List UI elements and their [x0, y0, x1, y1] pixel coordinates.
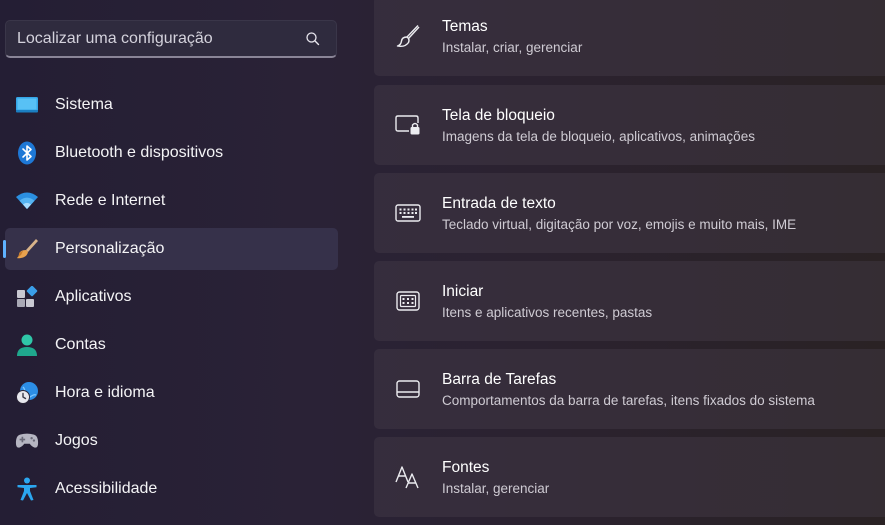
sidebar-item-sistema[interactable]: Sistema: [5, 84, 338, 126]
paintbrush-icon: [15, 237, 39, 261]
card-fontes[interactable]: Fontes Instalar, gerenciar: [374, 437, 885, 517]
sidebar-item-personalizacao[interactable]: Personalização: [3, 228, 338, 270]
gamepad-icon: [15, 429, 39, 453]
keyboard-icon: [374, 203, 442, 223]
card-title: Barra de Tarefas: [442, 370, 557, 388]
sidebar-item-label: Aplicativos: [55, 288, 132, 305]
sidebar-item-bluetooth[interactable]: Bluetooth e dispositivos: [5, 132, 338, 174]
globe-clock-icon: [15, 381, 39, 405]
fonts-icon: [374, 464, 442, 490]
sidebar-item-contas[interactable]: Contas: [5, 324, 338, 366]
card-iniciar[interactable]: Iniciar Itens e aplicativos recentes, pa…: [374, 261, 885, 341]
card-description: Teclado virtual, digitação por voz, emoj…: [442, 216, 797, 232]
sidebar-item-label: Contas: [55, 336, 106, 353]
sidebar-item-label: Sistema: [55, 96, 113, 113]
sidebar-item-aplicativos[interactable]: Aplicativos: [5, 276, 338, 318]
sidebar-item-label: Rede e Internet: [55, 192, 166, 209]
card-tela-de-bloqueio[interactable]: Tela de bloqueio Imagens da tela de bloq…: [374, 85, 885, 165]
monitor-icon: [15, 93, 39, 117]
card-title: Entrada de texto: [442, 194, 556, 212]
lock-screen-icon: [374, 113, 442, 137]
card-description: Instalar, gerenciar: [442, 480, 550, 496]
card-temas[interactable]: Temas Instalar, criar, gerenciar: [374, 0, 885, 76]
card-description: Imagens da tela de bloqueio, aplicativos…: [442, 128, 755, 144]
taskbar-icon: [374, 379, 442, 399]
apps-icon: [15, 285, 39, 309]
sidebar-item-acessibilidade[interactable]: Acessibilidade: [5, 468, 338, 510]
sidebar-item-label: Personalização: [55, 240, 165, 257]
card-title: Tela de bloqueio: [442, 106, 555, 124]
sidebar-item-hora-idioma[interactable]: Hora e idioma: [5, 372, 338, 414]
sidebar-item-label: Acessibilidade: [55, 480, 158, 497]
start-menu-icon: [374, 290, 442, 312]
sidebar-item-label: Hora e idioma: [55, 384, 155, 401]
card-description: Comportamentos da barra de tarefas, iten…: [442, 392, 815, 408]
sidebar-item-rede[interactable]: Rede e Internet: [5, 180, 338, 222]
card-description: Itens e aplicativos recentes, pastas: [442, 304, 653, 320]
sidebar-nav: Sistema Bluetooth e dispositivos Rede e …: [3, 84, 338, 516]
search-input[interactable]: [17, 29, 298, 48]
search-box[interactable]: [5, 20, 337, 58]
card-entrada-de-texto[interactable]: Entrada de texto Teclado virtual, digita…: [374, 173, 885, 253]
brush-icon: [374, 23, 442, 49]
search-icon[interactable]: [298, 24, 328, 54]
wifi-icon: [15, 189, 39, 213]
sidebar-item-label: Jogos: [55, 432, 98, 449]
sidebar: Sistema Bluetooth e dispositivos Rede e …: [0, 0, 345, 525]
account-icon: [15, 333, 39, 357]
card-title: Iniciar: [442, 282, 484, 300]
accessibility-icon: [15, 477, 39, 501]
bluetooth-icon: [15, 141, 39, 165]
card-barra-de-tarefas[interactable]: Barra de Tarefas Comportamentos da barra…: [374, 349, 885, 429]
card-description: Instalar, criar, gerenciar: [442, 39, 583, 55]
card-title: Temas: [442, 17, 488, 35]
sidebar-item-jogos[interactable]: Jogos: [5, 420, 338, 462]
card-title: Fontes: [442, 458, 490, 476]
sidebar-item-label: Bluetooth e dispositivos: [55, 144, 224, 161]
